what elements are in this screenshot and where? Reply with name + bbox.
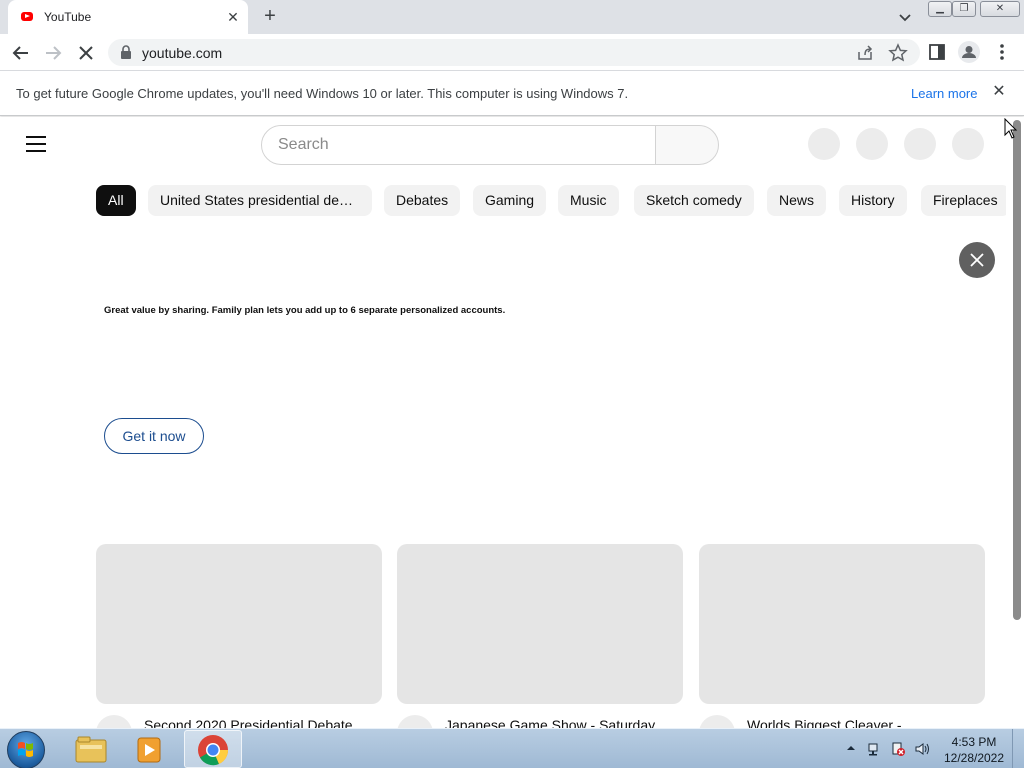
- video-title[interactable]: Second 2020 Presidential Debate: [144, 717, 353, 728]
- action-center-icon[interactable]: [890, 741, 906, 757]
- youtube-favicon-icon: [21, 12, 33, 21]
- window-controls: ▁ ❐ ✕: [928, 0, 1020, 18]
- close-window-button[interactable]: ✕: [980, 1, 1020, 17]
- learn-more-link[interactable]: Learn more: [911, 86, 977, 101]
- chip-us-presidential-debates[interactable]: United States presidential de…: [148, 185, 372, 216]
- chrome-icon[interactable]: [184, 730, 242, 768]
- show-desktop-button[interactable]: [1012, 729, 1024, 768]
- lock-icon[interactable]: [120, 45, 132, 59]
- channel-avatar[interactable]: [96, 715, 132, 728]
- windows-taskbar: 4:53 PM 12/28/2022: [0, 728, 1024, 768]
- chip-history[interactable]: History: [839, 185, 907, 216]
- side-panel-icon[interactable]: [928, 43, 946, 61]
- media-player-icon[interactable]: [122, 730, 178, 768]
- video-thumbnail[interactable]: [699, 544, 985, 704]
- video-thumbnail[interactable]: [96, 544, 382, 704]
- profile-icon[interactable]: [958, 41, 980, 63]
- explorer-icon[interactable]: [64, 730, 120, 768]
- url-text[interactable]: youtube.com: [142, 45, 222, 61]
- tab-youtube[interactable]: YouTube ✕: [8, 0, 248, 34]
- search-button[interactable]: [655, 125, 719, 165]
- video-title[interactable]: Worlds Biggest Cleaver -: [747, 717, 902, 728]
- tab-title: YouTube: [44, 10, 92, 24]
- scrollbar-thumb[interactable]: [1013, 120, 1021, 620]
- channel-avatar[interactable]: [699, 715, 735, 728]
- share-icon[interactable]: [856, 44, 874, 62]
- header-placeholder-circle[interactable]: [952, 128, 984, 160]
- search-box: [261, 125, 656, 165]
- video-thumbnail[interactable]: [397, 544, 683, 704]
- chip-music[interactable]: Music: [558, 185, 619, 216]
- search-input[interactable]: [278, 134, 638, 156]
- tab-close-icon[interactable]: ✕: [224, 8, 242, 26]
- browser-toolbar: youtube.com: [0, 34, 1024, 71]
- promo-close-icon[interactable]: [959, 242, 995, 278]
- video-card[interactable]: Japanese Game Show - Saturday: [397, 544, 683, 728]
- chip-sketch-comedy[interactable]: Sketch comedy: [634, 185, 754, 216]
- minimize-button[interactable]: ▁: [928, 1, 952, 17]
- network-icon[interactable]: [866, 741, 882, 757]
- new-tab-button[interactable]: +: [259, 5, 281, 27]
- header-placeholder-circle[interactable]: [856, 128, 888, 160]
- star-icon[interactable]: [888, 43, 908, 63]
- update-infobar: To get future Google Chrome updates, you…: [0, 71, 1024, 116]
- channel-avatar[interactable]: [397, 715, 433, 728]
- kebab-menu-icon[interactable]: [994, 42, 1010, 62]
- get-it-now-button[interactable]: Get it now: [104, 418, 204, 454]
- filter-chips: All United States presidential de… Debat…: [96, 185, 1006, 217]
- clock-time: 4:53 PM: [951, 735, 997, 749]
- youtube-page: All United States presidential de… Debat…: [0, 117, 1010, 728]
- stop-loading-icon[interactable]: [73, 40, 99, 66]
- infobar-close-icon[interactable]: ✕: [990, 83, 1008, 101]
- video-card[interactable]: Worlds Biggest Cleaver -: [699, 544, 985, 728]
- screen: YouTube ✕ + ▁ ❐ ✕ youtube.com To get fut…: [0, 0, 1024, 768]
- clock-date: 12/28/2022: [943, 751, 1005, 765]
- address-bar[interactable]: youtube.com: [108, 39, 920, 66]
- forward-arrow-icon[interactable]: [40, 40, 66, 66]
- promo-text: Great value by sharing. Family plan lets…: [104, 305, 506, 316]
- header-placeholder-circle[interactable]: [904, 128, 936, 160]
- hamburger-icon[interactable]: [26, 136, 46, 152]
- chip-news[interactable]: News: [767, 185, 827, 216]
- infobar-message: To get future Google Chrome updates, you…: [16, 86, 629, 101]
- tab-strip: YouTube ✕ + ▁ ❐ ✕: [0, 0, 1024, 34]
- video-title[interactable]: Japanese Game Show - Saturday: [445, 717, 655, 728]
- volume-icon[interactable]: [914, 741, 930, 757]
- chip-gaming[interactable]: Gaming: [473, 185, 547, 216]
- show-hidden-icons-icon[interactable]: [846, 743, 856, 753]
- restore-button[interactable]: ❐: [952, 1, 976, 17]
- mouse-cursor-icon: [1004, 118, 1018, 139]
- back-arrow-icon[interactable]: [8, 40, 34, 66]
- chip-all[interactable]: All: [96, 185, 136, 216]
- taskbar-clock[interactable]: 4:53 PM 12/28/2022: [940, 734, 1008, 766]
- video-card[interactable]: Second 2020 Presidential Debate: [96, 544, 382, 728]
- windows-start-icon[interactable]: [7, 731, 45, 768]
- chip-fireplaces[interactable]: Fireplaces: [921, 185, 1006, 216]
- header-placeholder-circle[interactable]: [808, 128, 840, 160]
- chip-debates[interactable]: Debates: [384, 185, 461, 216]
- tab-search-chevron-icon[interactable]: [895, 7, 915, 27]
- page-scrollbar[interactable]: [1010, 117, 1024, 728]
